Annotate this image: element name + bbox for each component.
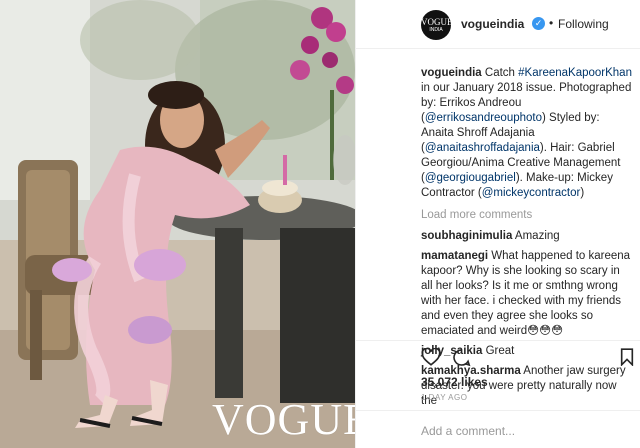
post-caption: vogueindia Catch #KareenaKapoorKhan in o… <box>421 66 633 201</box>
following-button[interactable]: Following <box>558 17 609 31</box>
load-more-comments-button[interactable]: Load more comments <box>421 208 633 223</box>
like-count[interactable]: 35,072 likes <box>421 375 488 389</box>
verified-badge-icon: ✓ <box>532 17 545 30</box>
account-username[interactable]: vogueindia <box>461 17 524 31</box>
caption-link[interactable]: @errikosandreouphoto <box>425 112 542 124</box>
avatar-logo-subtext: INDIA <box>429 27 443 33</box>
comment-item: mamatanegi What happened to kareena kapo… <box>421 249 633 339</box>
caption-username[interactable]: vogueindia <box>421 67 482 79</box>
post-side-panel: VOGUE INDIA vogueindia ✓ • Following vog… <box>355 0 640 448</box>
heart-icon[interactable] <box>421 348 441 366</box>
comment-username[interactable]: mamatanegi <box>421 250 488 262</box>
comment-username[interactable]: soubhaginimulia <box>421 230 512 242</box>
add-comment-input[interactable] <box>421 423 631 439</box>
post-timestamp[interactable]: 1 DAY AGO <box>421 393 467 402</box>
bookmark-icon[interactable] <box>620 348 634 366</box>
post-actions-bar <box>356 340 640 370</box>
add-comment-bar <box>356 410 640 448</box>
avatar-logo-text: VOGUE <box>421 17 451 27</box>
comment-bubble-icon[interactable] <box>452 348 471 367</box>
post-header: VOGUE INDIA vogueindia ✓ • Following <box>356 0 640 49</box>
caption-link[interactable]: @mickeycontractor <box>482 187 581 199</box>
post-photo[interactable]: VOGUE <box>0 0 355 448</box>
comment-text: Amazing <box>512 230 560 242</box>
caption-link[interactable]: #KareenaKapoorKhan <box>518 67 632 79</box>
caption-text: Catch <box>484 67 519 79</box>
caption-link[interactable]: @georgiougabriel <box>425 172 516 184</box>
comment-item: soubhaginimulia Amazing <box>421 229 633 244</box>
vogue-magazine-logo: VOGUE <box>212 395 355 444</box>
account-avatar[interactable]: VOGUE INDIA <box>421 10 451 40</box>
separator-dot: • <box>549 16 554 30</box>
caption-text: ) <box>580 187 585 199</box>
photo-illustration <box>0 0 355 448</box>
caption-link[interactable]: @anaitashroffadajania <box>425 142 540 154</box>
comment-text: What happened to kareena kapoor? Why is … <box>421 250 631 337</box>
